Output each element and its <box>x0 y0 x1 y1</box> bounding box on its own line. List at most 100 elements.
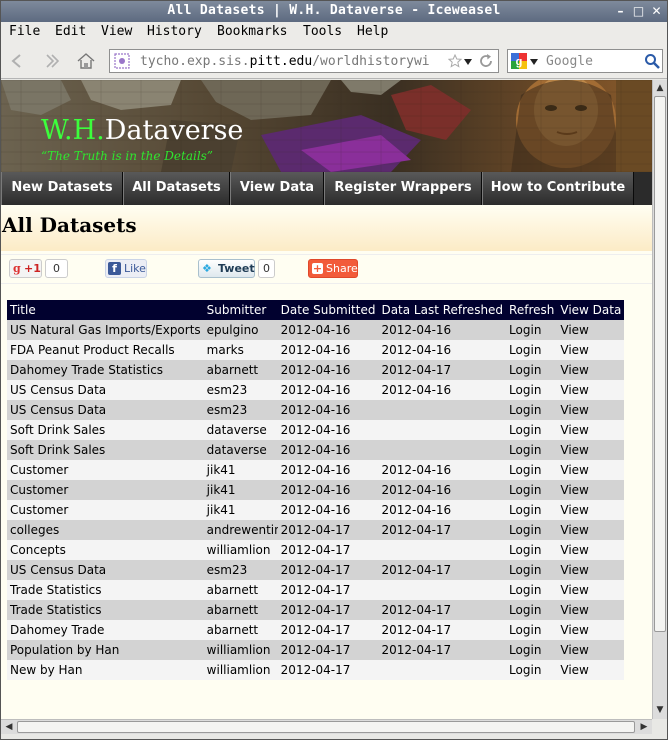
view-data-link[interactable]: View <box>557 540 625 560</box>
view-data-link[interactable]: View <box>557 640 625 660</box>
search-input[interactable]: Google <box>546 54 593 69</box>
header-view-data: View Data <box>557 300 625 320</box>
maximize-icon[interactable]: □ <box>631 4 646 19</box>
scroll-left-icon[interactable]: ◀ <box>2 720 16 734</box>
cell-date-submitted: 2012-04-16 <box>277 420 379 440</box>
site-logo[interactable]: W.H.Dataverse <box>41 116 243 146</box>
refresh-login-link[interactable]: Login <box>506 640 558 660</box>
tab-all-datasets[interactable]: All Datasets <box>123 172 230 205</box>
search-bar[interactable]: g Google <box>507 49 663 73</box>
refresh-login-link[interactable]: Login <box>506 340 558 360</box>
cell-submitter: epulgino <box>203 320 278 340</box>
scroll-down-icon[interactable]: ▼ <box>653 703 667 717</box>
view-data-link[interactable]: View <box>557 400 625 420</box>
refresh-login-link[interactable]: Login <box>506 420 558 440</box>
minimize-icon[interactable]: – <box>613 4 628 19</box>
table-row: Soft Drink Sales dataverse 2012-04-16 Login… <box>7 420 625 440</box>
tab-view-data[interactable]: View Data <box>230 172 324 205</box>
table-row: Concepts williamlion 2012-04-17 Login View <box>7 540 625 560</box>
table-row: Dahomey Trade abarnett 2012-04-17 2012-04-1… <box>7 620 625 640</box>
refresh-login-link[interactable]: Login <box>506 460 558 480</box>
table-row: Customer jik41 2012-04-16 2012-04-16 Login Vi… <box>7 480 625 500</box>
refresh-login-link[interactable]: Login <box>506 620 558 640</box>
view-data-link[interactable]: View <box>557 600 625 620</box>
cell-submitter: esm23 <box>203 400 278 420</box>
view-data-link[interactable]: View <box>557 360 625 380</box>
bookmark-star-icon[interactable] <box>448 54 462 68</box>
menu-view[interactable]: View <box>101 24 132 39</box>
refresh-login-link[interactable]: Login <box>506 380 558 400</box>
refresh-login-link[interactable]: Login <box>506 540 558 560</box>
share-button[interactable]: + Share <box>308 259 358 278</box>
page-title: All Datasets <box>2 213 137 237</box>
menu-bookmarks[interactable]: Bookmarks <box>217 24 287 39</box>
tab-new-datasets[interactable]: New Datasets <box>1 172 123 205</box>
refresh-login-link[interactable]: Login <box>506 580 558 600</box>
view-data-link[interactable]: View <box>557 420 625 440</box>
view-data-link[interactable]: View <box>557 440 625 460</box>
google-engine-icon[interactable]: g <box>511 53 527 69</box>
search-icon[interactable] <box>644 53 660 69</box>
cell-data-last-refreshed: 2012-04-16 <box>378 480 507 500</box>
tab-register-wrappers[interactable]: Register Wrappers <box>324 172 482 205</box>
view-data-link[interactable]: View <box>557 560 625 580</box>
refresh-login-link[interactable]: Login <box>506 560 558 580</box>
refresh-login-link[interactable]: Login <box>506 400 558 420</box>
view-data-link[interactable]: View <box>557 320 625 340</box>
cell-data-last-refreshed: 2012-04-16 <box>378 340 507 360</box>
url-text[interactable]: tycho.exp.sis.pitt.edu/worldhistorywi <box>140 54 444 69</box>
url-domain: pitt.edu <box>249 54 313 69</box>
refresh-login-link[interactable]: Login <box>506 500 558 520</box>
cell-submitter: abarnett <box>203 600 278 620</box>
cell-title: colleges <box>7 520 204 540</box>
facebook-like-button[interactable]: f Like <box>105 259 147 278</box>
vertical-scrollbar[interactable]: ▲ ▼ <box>652 80 667 719</box>
menu-file[interactable]: File <box>9 24 40 39</box>
scroll-up-icon[interactable]: ▲ <box>653 81 667 95</box>
tab-how-to-contribute[interactable]: How to Contribute <box>482 172 634 205</box>
menu-tools[interactable]: Tools <box>303 24 342 39</box>
refresh-login-link[interactable]: Login <box>506 320 558 340</box>
brand-dataverse: Dataverse <box>104 115 244 146</box>
refresh-login-link[interactable]: Login <box>506 480 558 500</box>
view-data-link[interactable]: View <box>557 520 625 540</box>
cell-submitter: williamlion <box>203 540 278 560</box>
menu-edit[interactable]: Edit <box>55 24 86 39</box>
view-data-link[interactable]: View <box>557 620 625 640</box>
menu-history[interactable]: History <box>147 24 202 39</box>
reload-icon[interactable] <box>478 53 494 69</box>
menu-help[interactable]: Help <box>357 24 388 39</box>
close-icon[interactable]: ✕ <box>649 4 664 19</box>
cell-submitter: jik41 <box>203 500 278 520</box>
refresh-login-link[interactable]: Login <box>506 660 558 680</box>
view-data-link[interactable]: View <box>557 480 625 500</box>
refresh-login-link[interactable]: Login <box>506 360 558 380</box>
refresh-login-link[interactable]: Login <box>506 520 558 540</box>
view-data-link[interactable]: View <box>557 580 625 600</box>
cell-data-last-refreshed: 2012-04-17 <box>378 560 507 580</box>
cell-date-submitted: 2012-04-16 <box>277 320 379 340</box>
gplus-button[interactable]: g +1 <box>9 259 42 278</box>
url-history-dropdown-icon[interactable] <box>464 59 472 65</box>
view-data-link[interactable]: View <box>557 460 625 480</box>
horizontal-scroll-thumb[interactable] <box>17 721 635 733</box>
view-data-link[interactable]: View <box>557 340 625 360</box>
cell-title: Trade Statistics <box>7 600 204 620</box>
refresh-login-link[interactable]: Login <box>506 440 558 460</box>
view-data-link[interactable]: View <box>557 660 625 680</box>
back-arrow-icon[interactable] <box>7 51 29 71</box>
vertical-scroll-thumb[interactable] <box>654 96 666 632</box>
table-row: colleges andrewentin 2012-04-17 2012-04-17 L… <box>7 520 625 540</box>
forward-arrow-icon[interactable] <box>41 51 63 71</box>
search-engine-dropdown-icon[interactable] <box>530 59 538 65</box>
table-row: Customer jik41 2012-04-16 2012-04-16 Login Vi… <box>7 500 625 520</box>
horizontal-scrollbar[interactable]: ◀ ▶ <box>1 719 652 734</box>
url-bar[interactable]: tycho.exp.sis.pitt.edu/worldhistorywi <box>109 49 499 73</box>
home-icon[interactable] <box>75 51 97 71</box>
scroll-right-icon[interactable]: ▶ <box>637 720 651 734</box>
tweet-button[interactable]: ❖ Tweet <box>198 259 255 278</box>
cell-data-last-refreshed <box>378 580 507 600</box>
view-data-link[interactable]: View <box>557 500 625 520</box>
refresh-login-link[interactable]: Login <box>506 600 558 620</box>
view-data-link[interactable]: View <box>557 380 625 400</box>
